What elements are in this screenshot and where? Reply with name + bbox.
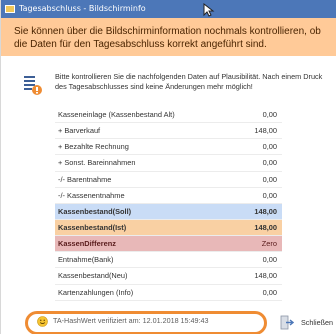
row-value: 148,00 [254, 222, 277, 232]
hash-verified-text: TA-HashWert verifiziert am: 12.01.2018 1… [53, 316, 209, 325]
table-row-kartenzahlungen: Kartenzahlungen (Info) 0,00 [55, 285, 282, 301]
row-value: 148,00 [254, 206, 277, 216]
summary-table: Kasseneinlage (Kassenbestand Alt) 0,00 +… [55, 107, 282, 301]
title-bar[interactable]: Tagesabschluss - Bildschirminfo [1, 0, 336, 18]
app-window-icon [5, 5, 15, 13]
row-value: 0,00 [262, 190, 277, 200]
row-value: 0,00 [262, 287, 277, 297]
row-label: + Barverkauf [58, 126, 101, 136]
row-value: 0,00 [262, 158, 277, 168]
banner-text: Sie können über die Bildschirminformatio… [14, 26, 321, 50]
row-label: Kassenbestand(Neu) [58, 271, 128, 281]
table-row-kassenentnahme: -/- Kassenentnahme 0,00 [55, 188, 282, 204]
window-title: Tagesabschluss - Bildschirminfo [19, 4, 146, 13]
smiley-icon [37, 316, 48, 327]
row-label: + Bezahlte Rechnung [58, 142, 129, 152]
document-list-icon [24, 76, 42, 95]
row-label: Entnahme(Bank) [58, 255, 114, 265]
mouse-pointer-icon [203, 3, 215, 17]
row-value: Zero [261, 239, 277, 249]
row-label: -/- Barentnahme [58, 174, 112, 184]
exit-door-icon [280, 315, 294, 330]
close-button-label: Schließen [301, 318, 333, 327]
info-banner: Sie können über die Bildschirminformatio… [1, 18, 336, 56]
table-row-entnahme-bank: Entnahme(Bank) 0,00 [55, 252, 282, 269]
table-row-barentnahme: -/- Barentnahme 0,00 [55, 172, 282, 188]
table-row-kassenbestand-ist: Kassenbestand(Ist) 148,00 [55, 219, 282, 237]
row-label: Kasseneinlage (Kassenbestand Alt) [58, 110, 175, 119]
table-row-barverkauf: + Barverkauf 148,00 [55, 123, 282, 140]
table-row-bezahlte-rechnung: + Bezahlte Rechnung 0,00 [55, 139, 282, 156]
row-label: -/- Kassenentnahme [58, 190, 125, 200]
table-row-kassenbestand-neu: Kassenbestand(Neu) 148,00 [55, 268, 282, 285]
close-button[interactable]: Schließen [269, 312, 336, 334]
table-row-kassenbestand-soll: Kassenbestand(Soll) 148,00 [55, 203, 282, 220]
intro-text: Bitte kontrollieren Sie die nachfolgende… [55, 72, 323, 91]
row-value: 0,00 [262, 174, 277, 184]
table-row-sonst-bareinnahmen: + Sonst. Bareinnahmen 0,00 [55, 155, 282, 172]
tagesabschluss-window: Tagesabschluss - Bildschirminfo Sie könn… [0, 0, 336, 334]
row-value: 148,00 [254, 126, 277, 136]
row-value: 0,00 [262, 110, 277, 119]
row-value: 148,00 [254, 271, 277, 281]
row-label: Kassenbestand(Ist) [58, 222, 127, 232]
row-value: 0,00 [262, 142, 277, 152]
row-label: Kassenbestand(Soll) [58, 206, 132, 216]
table-row-kasseneinlage: Kasseneinlage (Kassenbestand Alt) 0,00 [55, 107, 282, 124]
row-label: Kartenzahlungen (Info) [58, 287, 134, 297]
row-label: KassenDifferenz [58, 239, 116, 249]
row-value: 0,00 [262, 255, 277, 265]
row-label: + Sonst. Bareinnahmen [58, 158, 136, 168]
table-row-kassendifferenz: KassenDifferenz Zero [55, 236, 282, 253]
